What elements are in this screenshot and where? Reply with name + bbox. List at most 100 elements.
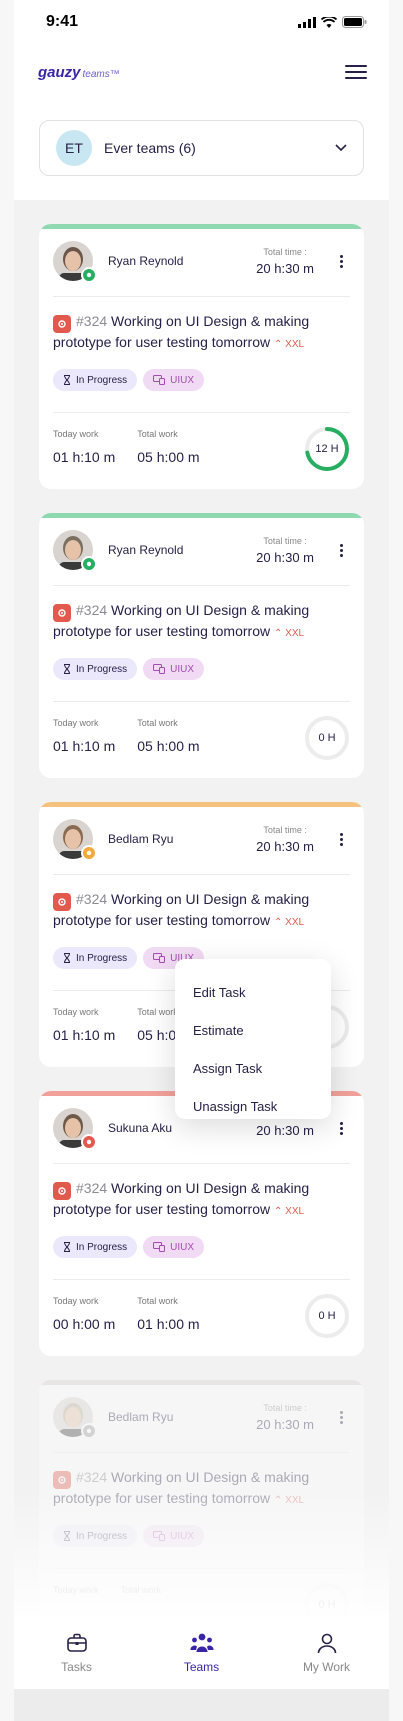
task-number: #324	[76, 891, 108, 907]
devices-icon	[153, 664, 166, 674]
menu-item-unassign-task[interactable]: Unassign Task	[175, 1087, 331, 1125]
total-time: Total time : 20 h:30 m	[256, 825, 314, 854]
card-accent-bar	[39, 224, 364, 229]
estimate-ring[interactable]: 0 H	[304, 715, 350, 761]
devices-icon	[153, 1242, 166, 1252]
task-title[interactable]: #324 Working on UI Design & making proto…	[53, 601, 353, 643]
status-offline-icon	[81, 1134, 97, 1150]
label-tag[interactable]: UIUX	[143, 369, 205, 391]
total-time-value: 20 h:30 m	[256, 838, 314, 854]
status-tag[interactable]: In Progress	[53, 947, 138, 969]
estimate-ring[interactable]: 0 H	[304, 1293, 350, 1339]
tab-teams[interactable]: Teams	[157, 1632, 247, 1674]
team-name: Ever teams (6)	[104, 140, 196, 156]
status-tag[interactable]: In Progress	[53, 1236, 138, 1258]
more-options-icon[interactable]	[340, 1121, 344, 1135]
bottom-tab-bar: Tasks Teams My Work	[14, 1617, 389, 1689]
home-indicator-area	[14, 1689, 389, 1721]
total-time-label: Total time :	[263, 535, 307, 546]
more-options-icon[interactable]	[340, 254, 344, 268]
card-accent-bar	[39, 802, 364, 807]
hourglass-icon	[64, 375, 70, 385]
tab-teams-label: Teams	[183, 1660, 220, 1674]
menu-item-edit-task[interactable]: Edit Task	[175, 973, 331, 1011]
total-time: Total time : 20 h:30 m	[256, 1403, 314, 1432]
task-number: #324	[76, 1469, 108, 1485]
status-time: 9:41	[46, 13, 79, 30]
member-card[interactable]: Ryan Reynold Total time : 20 h:30 m #324…	[39, 224, 364, 489]
total-work-label: Total work	[137, 1007, 178, 1017]
status-idle-icon	[81, 1423, 97, 1439]
app-logo: gauzy teams™	[38, 63, 120, 81]
more-options-icon[interactable]	[340, 1410, 344, 1424]
tab-my-work[interactable]: My Work	[282, 1632, 372, 1674]
divider	[53, 874, 350, 875]
user-icon	[317, 1633, 336, 1654]
menu-item-assign-task[interactable]: Assign Task	[175, 1049, 331, 1087]
member-name[interactable]: Bedlam Ryu	[108, 1410, 256, 1424]
avatar[interactable]	[53, 241, 97, 283]
team-avatar: ET	[56, 130, 92, 166]
today-work: Today work 01 h:10 m	[53, 429, 115, 465]
member-row: Bedlam Ryu Total time : 20 h:30 m	[53, 1394, 350, 1440]
total-time-label: Total time :	[263, 1402, 307, 1413]
today-work-value: 01 h:10 m	[53, 449, 116, 465]
status-tag[interactable]: In Progress	[53, 658, 138, 680]
tab-my-work-label: My Work	[302, 1660, 351, 1674]
member-name[interactable]: Ryan Reynold	[108, 543, 256, 557]
chevron-down-icon	[335, 144, 347, 152]
today-work-value: 00 h:00 m	[53, 1316, 116, 1332]
card-accent-bar	[39, 1380, 364, 1385]
today-work-label: Today work	[53, 429, 99, 439]
status-bar: 9:41	[14, 0, 389, 44]
task-title[interactable]: #324 Working on UI Design & making proto…	[53, 312, 353, 354]
total-work: Total work 05 h:00 m	[137, 429, 199, 465]
hourglass-icon	[64, 664, 70, 674]
total-time-label: Total time :	[263, 246, 307, 257]
menu-item-estimate[interactable]: Estimate	[175, 1011, 331, 1049]
label-tag[interactable]: UIUX	[143, 1236, 205, 1258]
bug-icon	[53, 1182, 71, 1200]
member-card[interactable]: Sukuna Aku 20 h:30 m #324 Working on UI …	[39, 1091, 364, 1356]
hamburger-menu-icon[interactable]	[345, 65, 367, 79]
more-options-icon[interactable]	[340, 832, 344, 846]
tab-tasks[interactable]: Tasks	[32, 1632, 122, 1674]
avatar[interactable]	[53, 1108, 97, 1150]
total-work: Total work 01 h:00 m	[137, 1296, 199, 1332]
total-work-value: 01 h:00 m	[137, 1316, 200, 1332]
member-name[interactable]: Bedlam Ryu	[108, 832, 256, 846]
app-header: gauzy teams™	[14, 44, 389, 100]
status-working-icon	[81, 267, 97, 283]
divider	[53, 1163, 350, 1164]
more-options-icon[interactable]	[340, 543, 344, 557]
task-title[interactable]: #324 Working on UI Design & making proto…	[53, 1179, 353, 1221]
avatar[interactable]	[53, 819, 97, 861]
member-name[interactable]: Ryan Reynold	[108, 254, 256, 268]
member-card[interactable]: Ryan Reynold Total time : 20 h:30 m #324…	[39, 513, 364, 778]
divider	[53, 296, 350, 297]
estimate-ring[interactable]: 12 H	[304, 426, 350, 472]
status-online-icon	[81, 556, 97, 572]
team-dropdown[interactable]: ET Ever teams (6)	[39, 120, 364, 176]
work-stats: Today work 01 h:10 m Total work 05 h:00 …	[53, 718, 200, 754]
member-row: Bedlam Ryu Total time : 20 h:30 m	[53, 816, 350, 862]
divider	[53, 412, 350, 413]
divider	[53, 1279, 350, 1280]
bug-icon	[53, 604, 71, 622]
task-number: #324	[76, 1180, 108, 1196]
task-number: #324	[76, 602, 108, 618]
status-tag[interactable]: In Progress	[53, 369, 138, 391]
label-tag[interactable]: UIUX	[143, 658, 205, 680]
avatar[interactable]	[53, 530, 97, 572]
status-icons	[298, 16, 367, 28]
divider	[53, 701, 350, 702]
bug-icon	[53, 315, 71, 333]
people-icon	[189, 1633, 214, 1652]
today-work-label: Today work	[53, 718, 99, 728]
avatar[interactable]	[53, 1397, 97, 1439]
divider	[53, 585, 350, 586]
total-time-value: 20 h:30 m	[256, 260, 314, 276]
task-title[interactable]: #324 Working on UI Design & making proto…	[53, 890, 353, 932]
member-row: Ryan Reynold Total time : 20 h:30 m	[53, 238, 350, 284]
today-work: Today work 01 h:10 m	[53, 718, 115, 754]
